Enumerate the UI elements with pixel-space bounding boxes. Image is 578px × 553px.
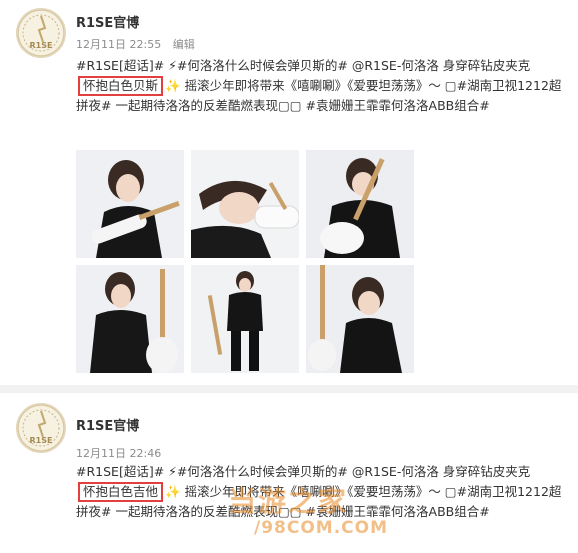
edited-label[interactable]: 编辑 — [173, 38, 195, 51]
post-time[interactable]: 12月11日 22:55 — [76, 38, 161, 51]
photo-lying-on-guitar[interactable] — [191, 150, 299, 258]
sparkle-icon: ✨ — [165, 78, 181, 93]
highlight-text: 怀抱白色吉他 — [83, 484, 159, 499]
post-meta: 12月11日 22:46 — [76, 445, 161, 461]
photo-standing-with-guitar[interactable] — [76, 265, 184, 373]
r1se-logo-icon: R1SE — [17, 9, 65, 57]
post-text-before: #R1SE[超话]# ⚡#何洛洛什么时候会弹贝斯的# @R1SE-何洛洛 身穿碎… — [76, 464, 531, 479]
photo-guitar-sitting[interactable] — [76, 150, 184, 258]
post-text-before: #R1SE[超话]# ⚡#何洛洛什么时候会弹贝斯的# @R1SE-何洛洛 身穿碎… — [76, 58, 531, 73]
post-text: #R1SE[超话]# ⚡#何洛洛什么时候会弹贝斯的# @R1SE-何洛洛 身穿碎… — [76, 462, 566, 522]
username[interactable]: R1SE官博 — [76, 415, 139, 434]
photo-playing-guitar[interactable] — [306, 150, 414, 258]
weibo-post: R1SE R1SE官博 12月11日 22:46 #R1SE[超话]# ⚡#何洛… — [0, 393, 578, 553]
post-divider — [0, 385, 578, 393]
highlight-box: 怀抱白色贝斯 — [78, 76, 164, 96]
photo-kneeling-with-guitar[interactable] — [306, 265, 414, 373]
svg-text:R1SE: R1SE — [30, 436, 53, 445]
photo-full-body-standing[interactable] — [191, 265, 299, 373]
highlight-box: 怀抱白色吉他 — [78, 482, 164, 502]
r1se-logo-icon: R1SE — [17, 404, 65, 452]
svg-text:R1SE: R1SE — [30, 41, 53, 50]
highlight-text: 怀抱白色贝斯 — [83, 78, 159, 93]
post-text: #R1SE[超话]# ⚡#何洛洛什么时候会弹贝斯的# @R1SE-何洛洛 身穿碎… — [76, 56, 566, 116]
post-meta: 12月11日 22:55 编辑 — [76, 36, 195, 52]
weibo-post: R1SE R1SE官博 12月11日 22:55 编辑 #R1SE[超话]# ⚡… — [0, 0, 578, 385]
username[interactable]: R1SE官博 — [76, 12, 139, 31]
avatar[interactable]: R1SE — [16, 403, 66, 453]
avatar[interactable]: R1SE — [16, 8, 66, 58]
sparkle-icon: ✨ — [165, 484, 181, 499]
post-time[interactable]: 12月11日 22:46 — [76, 447, 161, 460]
